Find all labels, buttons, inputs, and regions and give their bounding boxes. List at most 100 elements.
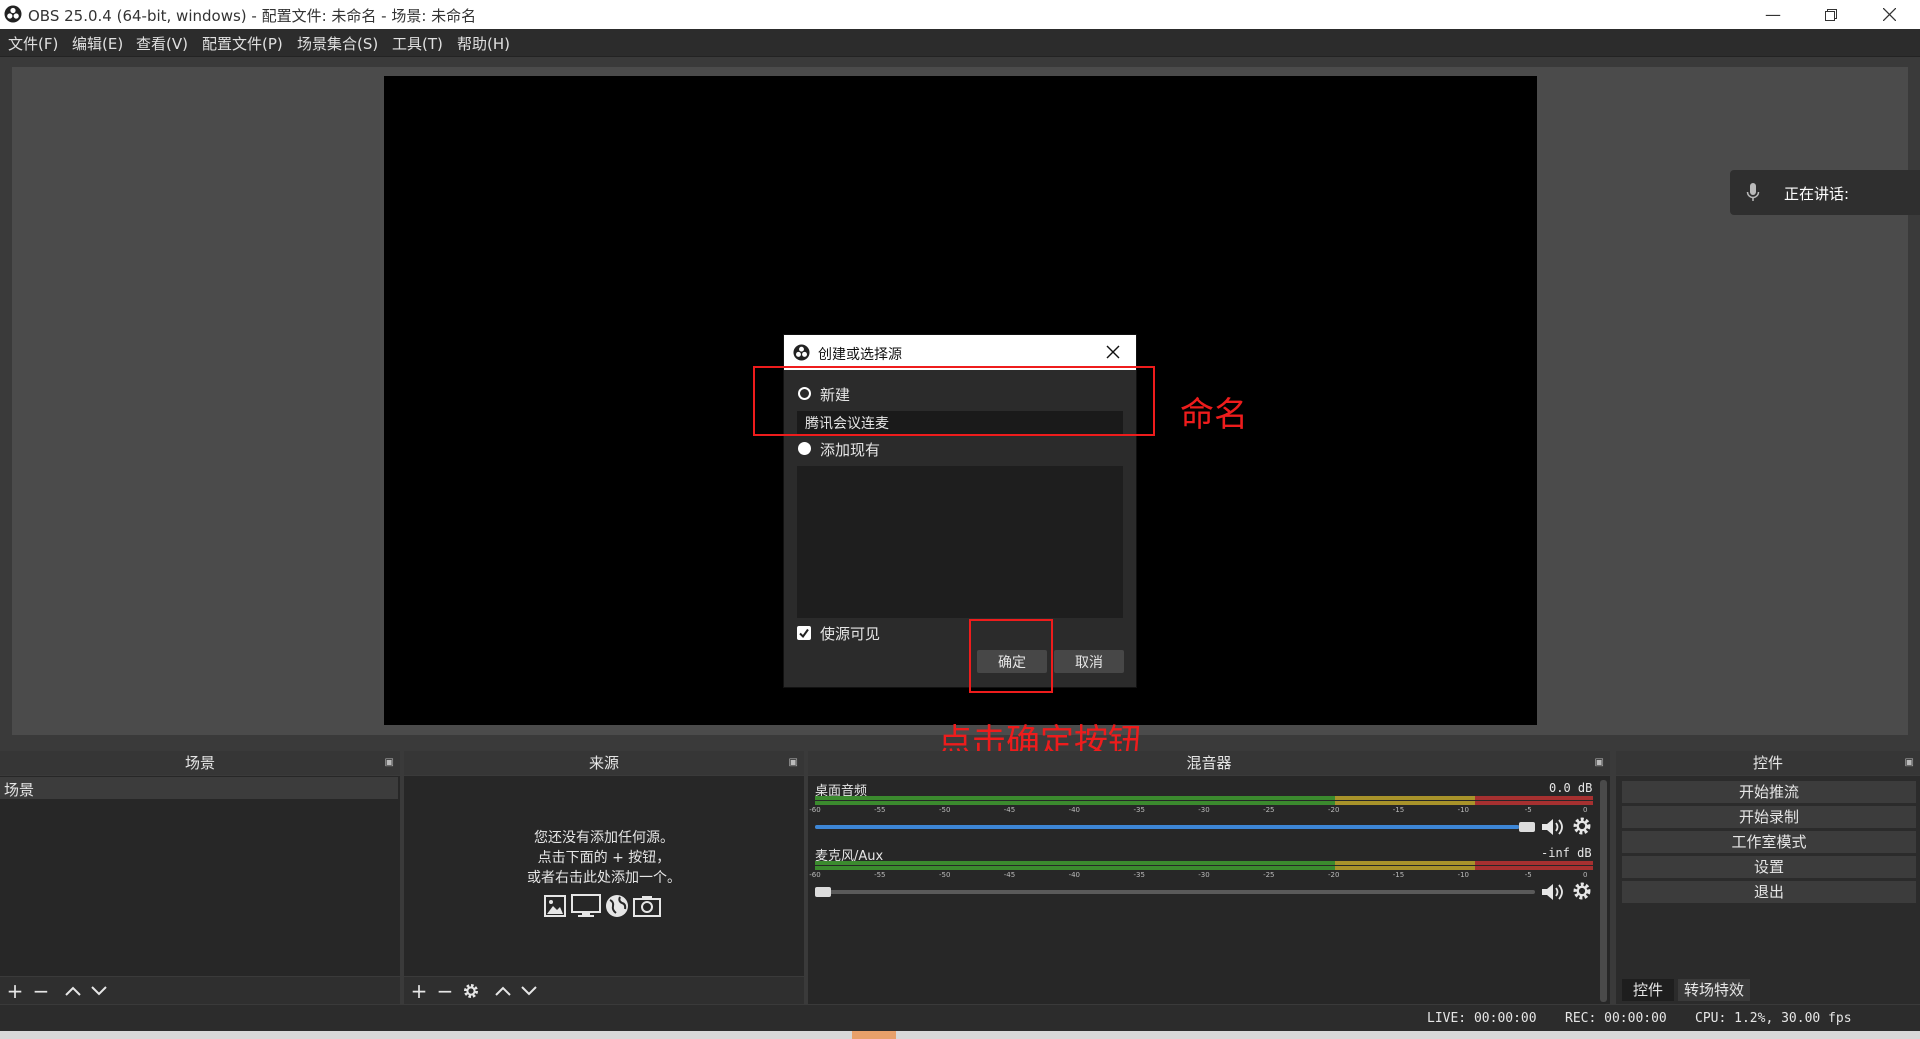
- annotation-name: 命名: [1180, 395, 1248, 435]
- close-icon: [1882, 8, 1896, 21]
- volume-slider-desktop-audio[interactable]: [815, 820, 1535, 834]
- mixer-dock-title: 混音器: [1186, 754, 1232, 772]
- image-icon: [544, 895, 566, 917]
- speaking-indicator: 正在讲话:: [1730, 170, 1920, 215]
- start-recording-button[interactable]: 开始录制: [1622, 806, 1916, 828]
- meter-ticks: -60 -55 -50 -45 -40 -35 -30 -25 -20 -15 -10 -5 0: [809, 806, 1588, 814]
- gear-icon: [1573, 817, 1591, 835]
- float-dock-icon[interactable]: ▣: [385, 751, 394, 775]
- microphone-icon: [1746, 183, 1760, 203]
- camera-icon: [633, 896, 661, 917]
- window-title: OBS 25.0.4 (64-bit, windows) - 配置文件: 未命名…: [28, 7, 477, 25]
- minus-icon: −: [32, 979, 50, 1003]
- gear-icon: [1573, 882, 1591, 900]
- track-level-mic-aux: -inf dB: [1541, 846, 1592, 860]
- status-bar: LIVE: 00:00:00 REC: 00:00:00 CPU: 1.2%, …: [0, 1005, 1920, 1031]
- speaking-label: 正在讲话:: [1784, 185, 1850, 203]
- track-settings-button-desktop-audio[interactable]: [1572, 816, 1592, 836]
- menu-help[interactable]: 帮助(H): [457, 33, 510, 54]
- audio-meter: [815, 796, 1593, 800]
- tab-transitions[interactable]: 转场特效: [1678, 979, 1750, 1001]
- make-visible-label: 使源可见: [820, 625, 881, 643]
- speaker-icon: [1542, 819, 1563, 835]
- dialog-title: 创建或选择源: [818, 347, 902, 363]
- track-settings-button-mic-aux[interactable]: [1572, 881, 1592, 901]
- minus-icon: −: [436, 979, 454, 1003]
- sources-dock-title: 来源: [588, 754, 619, 772]
- restore-button[interactable]: [1802, 0, 1860, 29]
- gear-icon: [464, 984, 478, 998]
- plus-icon: +: [410, 979, 428, 1003]
- add-scene-button[interactable]: +: [4, 979, 26, 1003]
- scenes-list[interactable]: 场景: [0, 776, 400, 976]
- rec-time: REC: 00:00:00: [1565, 1011, 1667, 1026]
- scene-item-label: 场景: [4, 781, 35, 799]
- globe-icon: [606, 895, 628, 917]
- studio-mode-button[interactable]: 工作室模式: [1622, 831, 1916, 853]
- volume-slider-mic-aux[interactable]: [815, 885, 1535, 899]
- move-source-up-button[interactable]: [492, 980, 514, 1002]
- float-dock-icon[interactable]: ▣: [789, 751, 798, 775]
- track-level-desktop-audio: 0.0 dB: [1549, 781, 1593, 795]
- dialog-title-bar: 创建或选择源: [784, 335, 1136, 370]
- add-source-button[interactable]: +: [408, 979, 430, 1003]
- controls-dock-title: 控件: [1752, 754, 1783, 772]
- menu-profile[interactable]: 配置文件(P): [202, 33, 283, 54]
- chevron-down-icon: [91, 986, 107, 996]
- tab-controls[interactable]: 控件: [1622, 979, 1674, 1001]
- move-scene-down-button[interactable]: [88, 980, 110, 1002]
- float-dock-icon[interactable]: ▣: [1595, 751, 1604, 775]
- minimize-button[interactable]: —: [1744, 0, 1802, 29]
- move-scene-up-button[interactable]: [62, 980, 84, 1002]
- add-existing-radio[interactable]: [798, 442, 811, 455]
- monitor-icon: [571, 894, 601, 917]
- existing-sources-list[interactable]: [797, 466, 1123, 618]
- settings-button[interactable]: 设置: [1622, 856, 1916, 878]
- cpu-fps: CPU: 1.2%, 30.00 fps: [1695, 1011, 1852, 1026]
- empty-line: 或者右击此处添加一个。: [527, 870, 681, 886]
- mute-button-mic-aux[interactable]: [1541, 882, 1565, 902]
- chevron-up-icon: [65, 986, 81, 996]
- mixer-dock-header: 混音器 ▣: [808, 751, 1610, 775]
- scenes-toolbar: + −: [0, 977, 400, 1004]
- sources-toolbar: + −: [404, 977, 804, 1004]
- close-icon: [1106, 345, 1120, 359]
- obs-logo-icon: [793, 344, 810, 361]
- sources-empty-message: 您还没有添加任何源。 点击下面的 + 按钮， 或者右击此处添加一个。: [404, 828, 804, 888]
- meter-ticks: -60 -55 -50 -45 -40 -35 -30 -25 -20 -15 -10 -5 0: [809, 871, 1588, 879]
- sources-dock-header: 来源 ▣: [404, 751, 804, 775]
- move-source-down-button[interactable]: [518, 980, 540, 1002]
- scene-item[interactable]: 场景: [0, 777, 398, 799]
- dialog-close-button[interactable]: [1106, 345, 1120, 359]
- menu-file[interactable]: 文件(F): [8, 33, 58, 54]
- minimize-icon: —: [1765, 5, 1781, 24]
- mixer-scrollbar[interactable]: [1600, 780, 1607, 1002]
- remove-scene-button[interactable]: −: [30, 979, 52, 1003]
- exit-button[interactable]: 退出: [1622, 881, 1916, 903]
- remove-source-button[interactable]: −: [434, 979, 456, 1003]
- mute-button-desktop-audio[interactable]: [1541, 817, 1565, 837]
- make-visible-checkbox[interactable]: [797, 626, 811, 640]
- scenes-dock-header: 场景 ▣: [0, 751, 400, 775]
- close-window-button[interactable]: [1860, 0, 1918, 29]
- float-dock-icon[interactable]: ▣: [1905, 751, 1914, 775]
- chevron-up-icon: [495, 986, 511, 996]
- menu-scene-collection[interactable]: 场景集合(S): [297, 33, 378, 54]
- sources-list[interactable]: 您还没有添加任何源。 点击下面的 + 按钮， 或者右击此处添加一个。: [404, 776, 804, 976]
- restore-icon: [1825, 8, 1837, 21]
- menu-tools[interactable]: 工具(T): [392, 33, 443, 54]
- menu-edit[interactable]: 编辑(E): [72, 33, 123, 54]
- scenes-dock-title: 场景: [184, 754, 215, 772]
- controls-dock-header: 控件 ▣: [1616, 751, 1920, 775]
- source-properties-button[interactable]: [460, 980, 482, 1002]
- plus-icon: +: [6, 979, 24, 1003]
- cancel-button[interactable]: 取消: [1054, 650, 1124, 673]
- start-streaming-button[interactable]: 开始推流: [1622, 781, 1916, 803]
- taskbar-strip: [0, 1031, 1920, 1039]
- source-type-icons: [543, 894, 661, 918]
- obs-logo-icon: [4, 5, 22, 23]
- menu-view[interactable]: 查看(V): [136, 33, 188, 54]
- title-bar: OBS 25.0.4 (64-bit, windows) - 配置文件: 未命名…: [0, 0, 1920, 29]
- name-highlight-box: [753, 366, 1155, 436]
- checkmark-icon: [799, 628, 809, 639]
